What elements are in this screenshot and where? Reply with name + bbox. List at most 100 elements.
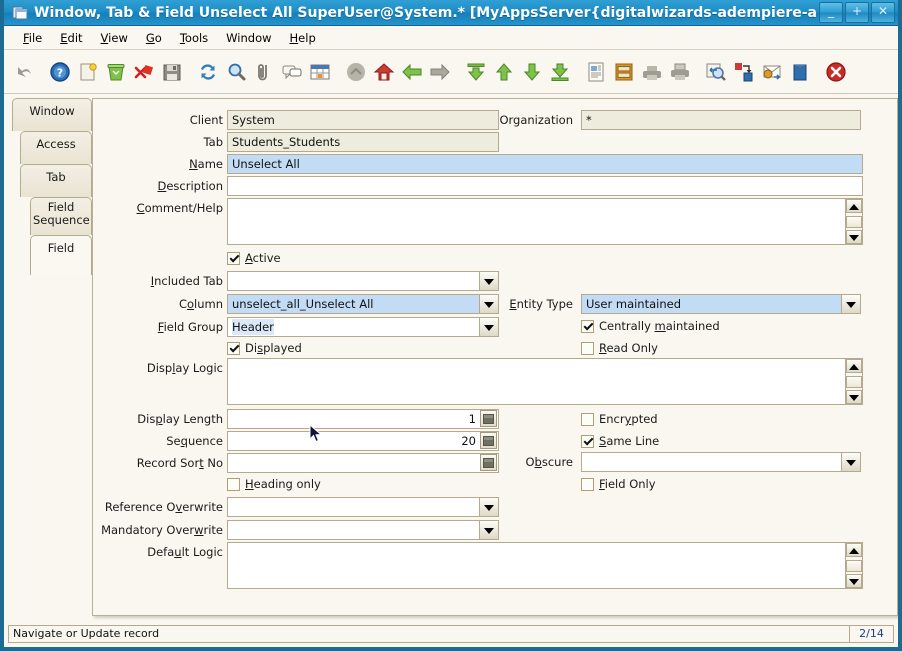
active-checkbox-row[interactable]: Active bbox=[227, 251, 281, 265]
delete-record-icon[interactable] bbox=[104, 60, 128, 84]
chevron-down-icon[interactable] bbox=[479, 272, 498, 290]
tab-field[interactable]: Students_Students bbox=[227, 132, 499, 152]
organization-field[interactable]: * bbox=[581, 110, 861, 130]
sequence-keypad-button[interactable] bbox=[480, 432, 497, 449]
display-logic-field[interactable] bbox=[227, 358, 863, 405]
included-tab-combo[interactable] bbox=[227, 271, 499, 291]
description-field[interactable] bbox=[227, 176, 863, 196]
minimize-button[interactable]: _ bbox=[819, 2, 843, 23]
next-record-icon[interactable] bbox=[520, 60, 544, 84]
back-icon[interactable] bbox=[400, 60, 424, 84]
chevron-down-icon[interactable] bbox=[841, 453, 860, 471]
entity-type-combo[interactable]: User maintained bbox=[581, 294, 861, 314]
displayed-checkbox-row[interactable]: Displayed bbox=[227, 341, 302, 355]
heading-only-checkbox-row[interactable]: Heading only bbox=[227, 477, 321, 491]
scroll-up-icon[interactable] bbox=[846, 543, 862, 557]
scroll-thumb[interactable] bbox=[846, 559, 862, 572]
zoom-across-icon[interactable] bbox=[704, 60, 728, 84]
print-preview-icon[interactable] bbox=[640, 60, 664, 84]
active-workflow-icon[interactable] bbox=[732, 60, 756, 84]
report-icon[interactable] bbox=[584, 60, 608, 84]
heading-only-checkbox[interactable] bbox=[227, 477, 240, 491]
mandatory-overwrite-combo[interactable] bbox=[227, 520, 499, 540]
status-bar: Navigate or Update record 2/14 bbox=[8, 625, 894, 643]
field-only-checkbox[interactable] bbox=[581, 477, 594, 491]
forward-icon[interactable] bbox=[428, 60, 452, 84]
last-record-icon[interactable] bbox=[548, 60, 572, 84]
sequence-label: Sequence bbox=[166, 434, 223, 448]
delete-selection-icon[interactable] bbox=[132, 60, 156, 84]
name-field[interactable]: Unselect All bbox=[227, 154, 863, 174]
display-logic-scrollbar[interactable] bbox=[845, 359, 862, 404]
read-only-checkbox[interactable] bbox=[581, 341, 594, 355]
chevron-down-icon[interactable] bbox=[479, 318, 498, 336]
default-logic-scrollbar[interactable] bbox=[845, 543, 862, 588]
field-only-checkbox-row[interactable]: Field Only bbox=[581, 477, 656, 491]
comment-help-scrollbar[interactable] bbox=[845, 199, 862, 244]
refresh-icon[interactable] bbox=[196, 60, 220, 84]
chevron-down-icon[interactable] bbox=[841, 295, 860, 313]
help-icon[interactable]: ? bbox=[48, 60, 72, 84]
first-record-icon[interactable] bbox=[464, 60, 488, 84]
encrypted-checkbox[interactable] bbox=[581, 412, 594, 426]
close-button[interactable]: ✕ bbox=[871, 2, 895, 23]
previous-record-icon[interactable] bbox=[492, 60, 516, 84]
sequence-field[interactable]: 20 bbox=[227, 431, 499, 451]
default-logic-field[interactable] bbox=[227, 542, 863, 589]
menu-item-file[interactable]: File bbox=[14, 29, 51, 47]
sidebar-item-window[interactable]: Window bbox=[12, 98, 92, 131]
read-only-label: Read Only bbox=[599, 341, 658, 355]
column-combo[interactable]: unselect_all_Unselect All bbox=[227, 294, 499, 314]
sidebar-item-field[interactable]: Field bbox=[30, 235, 92, 275]
reference-overwrite-combo[interactable] bbox=[227, 497, 499, 517]
obscure-combo[interactable] bbox=[581, 452, 861, 472]
exit-icon[interactable] bbox=[824, 60, 848, 84]
menu-item-help[interactable]: Help bbox=[281, 29, 325, 47]
menu-item-tools[interactable]: Tools bbox=[171, 29, 217, 47]
display-length-keypad-button[interactable] bbox=[480, 410, 497, 427]
print-icon[interactable] bbox=[668, 60, 692, 84]
grid-toggle-icon[interactable] bbox=[308, 60, 332, 84]
comment-help-field[interactable] bbox=[227, 198, 863, 245]
menu-item-edit[interactable]: Edit bbox=[51, 29, 91, 47]
record-sort-no-field[interactable] bbox=[227, 453, 499, 473]
client-field[interactable]: System bbox=[227, 110, 499, 130]
same-line-checkbox[interactable] bbox=[581, 434, 594, 448]
displayed-checkbox[interactable] bbox=[227, 341, 240, 355]
scroll-down-icon[interactable] bbox=[846, 390, 862, 404]
scroll-down-icon[interactable] bbox=[846, 230, 862, 244]
same-line-checkbox-row[interactable]: Same Line bbox=[581, 434, 659, 448]
new-record-icon[interactable] bbox=[76, 60, 100, 84]
find-icon[interactable] bbox=[224, 60, 248, 84]
request-icon[interactable] bbox=[760, 60, 784, 84]
parent-record-icon[interactable] bbox=[344, 60, 368, 84]
scroll-thumb[interactable] bbox=[846, 375, 862, 388]
sidebar-item-tab[interactable]: Tab bbox=[20, 164, 92, 197]
menu-item-window[interactable]: Window bbox=[217, 29, 280, 47]
archive-icon[interactable] bbox=[612, 60, 636, 84]
centrally-maintained-checkbox-row[interactable]: Centrally maintained bbox=[581, 319, 720, 333]
encrypted-checkbox-row[interactable]: Encrypted bbox=[581, 412, 658, 426]
product-info-icon[interactable] bbox=[788, 60, 812, 84]
maximize-button[interactable]: + bbox=[845, 2, 869, 23]
chevron-down-icon[interactable] bbox=[479, 521, 498, 539]
chat-icon[interactable] bbox=[280, 60, 304, 84]
sidebar-item-field-sequence[interactable]: Field Sequence bbox=[30, 197, 92, 235]
home-icon[interactable] bbox=[372, 60, 396, 84]
chevron-down-icon[interactable] bbox=[479, 498, 498, 516]
attachment-icon[interactable] bbox=[252, 60, 276, 84]
read-only-checkbox-row[interactable]: Read Only bbox=[581, 341, 658, 355]
save-icon[interactable] bbox=[160, 60, 184, 84]
field-group-combo[interactable]: Header bbox=[227, 317, 499, 337]
centrally-maintained-checkbox[interactable] bbox=[581, 319, 594, 333]
scroll-up-icon[interactable] bbox=[846, 199, 862, 213]
sidebar-item-access[interactable]: Access bbox=[20, 131, 92, 164]
undo-icon[interactable] bbox=[12, 60, 36, 84]
scroll-thumb[interactable] bbox=[846, 215, 862, 228]
display-length-field[interactable]: 1 bbox=[227, 409, 499, 429]
scroll-down-icon[interactable] bbox=[846, 574, 862, 588]
menu-item-go[interactable]: Go bbox=[137, 29, 171, 47]
active-checkbox[interactable] bbox=[227, 251, 240, 265]
scroll-up-icon[interactable] bbox=[846, 359, 862, 373]
menu-item-view[interactable]: View bbox=[92, 29, 137, 47]
